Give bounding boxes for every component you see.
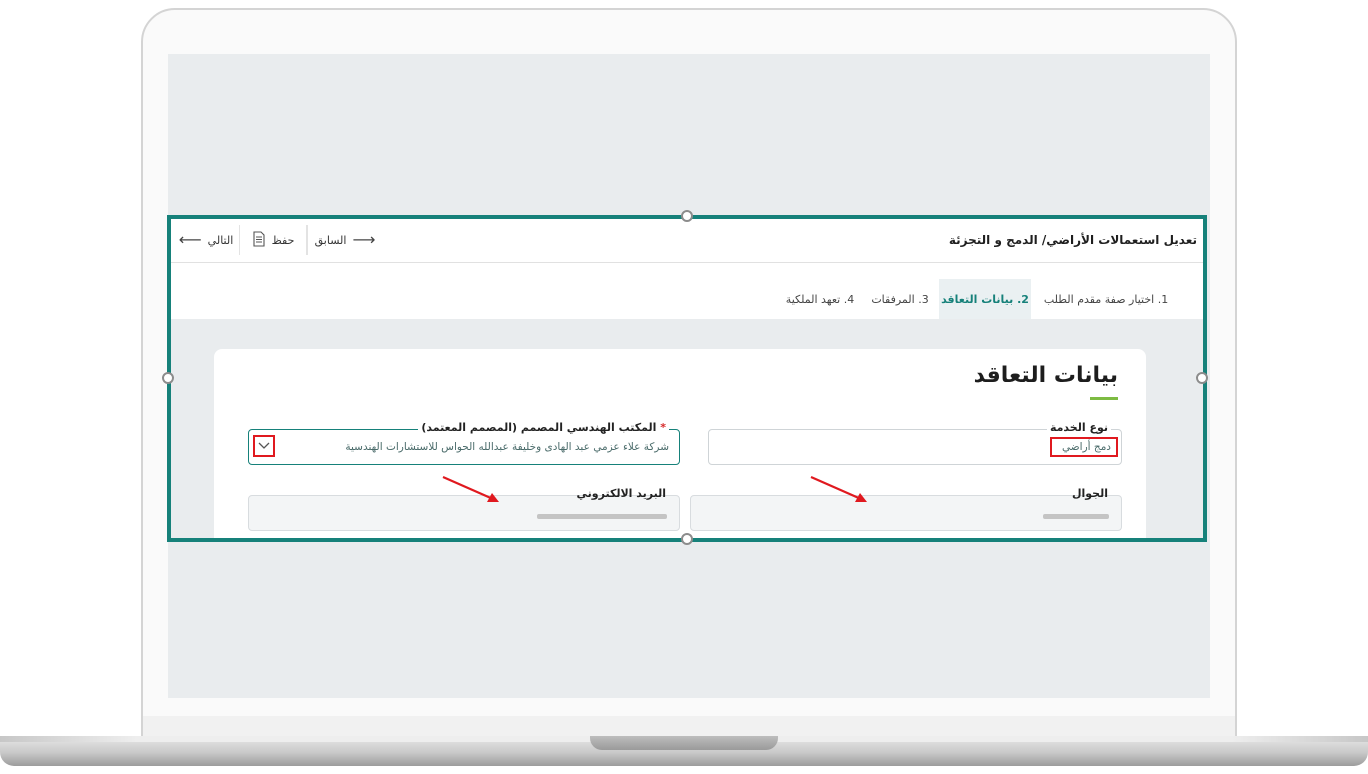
required-mark: * (660, 421, 666, 434)
tab-contract-data[interactable]: 2. بيانات التعاقد (939, 279, 1031, 319)
engineering-office-select[interactable]: * المكتب الهندسي المصمم (المصمم المعتمد)… (248, 421, 680, 465)
email-redacted (537, 514, 667, 519)
mobile-pointer-arrow (810, 475, 867, 502)
next-label: التالي (207, 233, 234, 247)
title-underline (1090, 397, 1118, 400)
email-label: البريد الالكتروني (576, 487, 666, 500)
engineering-office-label-text: المكتب الهندسي المصمم (المصمم المعتمد) (421, 421, 657, 434)
arrow-right-icon: ⟶ (352, 230, 376, 249)
page-title: تعديل استعمالات الأراضي/ الدمج و التجزئة (948, 233, 1197, 247)
form-title: بيانات التعاقد (973, 363, 1118, 388)
form-card: بيانات التعاقد نوع الخدمة دمج أراضي * ال… (214, 349, 1146, 538)
content-area: بيانات التعاقد نوع الخدمة دمج أراضي * ال… (171, 319, 1203, 538)
mobile-field: الجوال (690, 487, 1122, 531)
prev-label: السابق (314, 233, 347, 247)
service-type-label: نوع الخدمة (1046, 421, 1111, 434)
chevron-down-icon[interactable] (253, 435, 275, 457)
tab-applicant-type[interactable]: 1. اختيار صفة مقدم الطلب (1037, 279, 1175, 319)
tab-ownership-pledge[interactable]: 4. تعهد الملكية (779, 279, 861, 319)
laptop-chin (143, 716, 1235, 738)
frame-handle-right (1196, 372, 1208, 384)
highlight-frame: تعديل استعمالات الأراضي/ الدمج و التجزئة… (167, 215, 1207, 542)
engineering-office-value: شركة علاء عزمي عبد الهادى وخليفة عبدالله… (345, 441, 669, 453)
frame-handle-bottom (681, 533, 693, 545)
frame-handle-left (162, 372, 174, 384)
mobile-label: الجوال (1071, 487, 1108, 500)
arrow-left-icon: ⟵ (178, 230, 202, 249)
mobile-redacted (1043, 514, 1109, 519)
engineering-office-label: * المكتب الهندسي المصمم (المصمم المعتمد) (418, 421, 669, 434)
tab-bar: 1. اختيار صفة مقدم الطلب 2. بيانات التعا… (171, 263, 1203, 319)
tab-attachments[interactable]: 3. المرفقات (863, 279, 937, 319)
save-button[interactable]: حفظ (239, 225, 307, 255)
app: تعديل استعمالات الأراضي/ الدمج و التجزئة… (171, 219, 1203, 538)
frame-handle-top (681, 210, 693, 222)
email-pointer-arrow (442, 475, 499, 502)
top-bar: تعديل استعمالات الأراضي/ الدمج و التجزئة… (171, 219, 1203, 263)
service-type-highlight (1050, 437, 1118, 457)
next-button[interactable]: التالي ⟵ (175, 225, 237, 255)
service-type-field[interactable]: نوع الخدمة دمج أراضي (708, 421, 1122, 465)
laptop-notch (590, 736, 778, 750)
save-label: حفظ (271, 233, 295, 247)
document-icon (252, 230, 266, 250)
prev-button[interactable]: ⟶ السابق (307, 225, 382, 255)
